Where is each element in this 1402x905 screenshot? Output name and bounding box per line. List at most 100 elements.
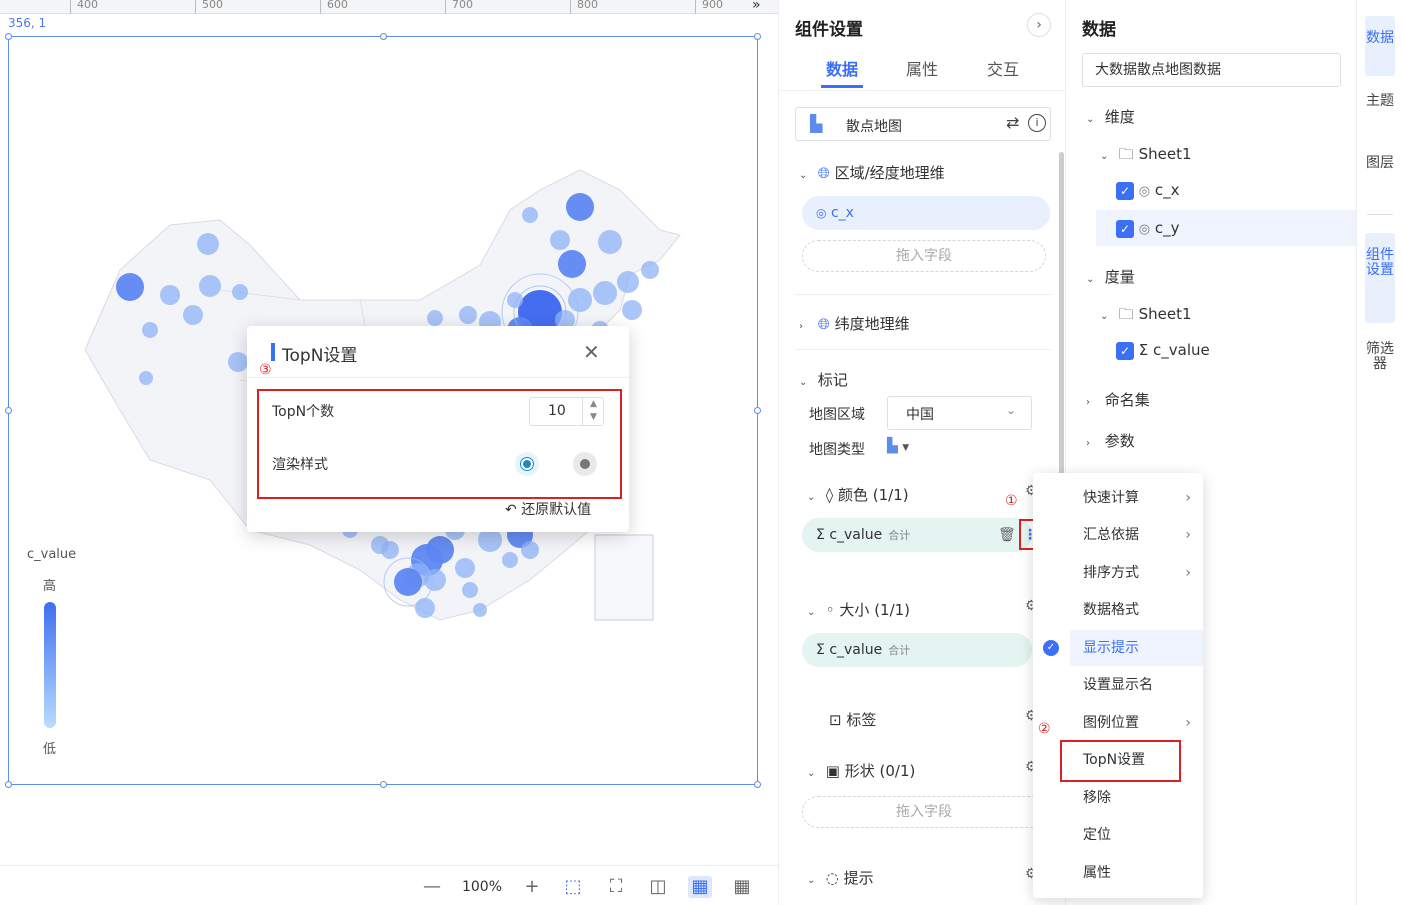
group-label: 命名集 (1104, 391, 1150, 409)
trash-icon[interactable]: 🗑︎ (998, 518, 1016, 552)
resize-handle[interactable] (754, 781, 761, 788)
reset-default-button[interactable]: ↶ 还原默认值 (505, 499, 591, 519)
rail-tab-theme[interactable]: 主题 (1365, 94, 1395, 109)
chevron-down-icon: ⌄ (807, 875, 816, 886)
label-section-header[interactable]: ⊡ 标签 (829, 709, 876, 730)
sheet-icon: 🗀︎ (1118, 145, 1134, 163)
menu-item-display-name[interactable]: 设置显示名 (1033, 667, 1203, 703)
table-layout-icon[interactable]: ▦ (688, 876, 712, 898)
checkbox-checked[interactable]: ✓ (1116, 341, 1134, 360)
chart-type-selector[interactable]: ▙ 散点地图 ⇄ i (795, 107, 1051, 141)
ruler-expand-icon[interactable]: » (752, 0, 761, 13)
checkbox-checked[interactable]: ✓ (1116, 181, 1134, 200)
field-cx[interactable]: ✓ ◎ c_x (1116, 181, 1180, 200)
zoom-level[interactable]: 100% (456, 876, 508, 898)
menu-item-properties[interactable]: 属性 (1033, 855, 1203, 891)
shape-section-header[interactable]: ⌄ ▣ 形状 (0/1) (807, 760, 915, 781)
chevron-right-icon[interactable]: › (1027, 13, 1051, 37)
rail-tab-filters[interactable]: 筛选器 (1365, 342, 1395, 372)
map-bubble (394, 568, 422, 596)
menu-item-locate[interactable]: 定位 (1033, 817, 1203, 853)
dialog-title: TopN设置 (282, 346, 358, 366)
globe-icon: ◎ (1138, 222, 1151, 237)
render-style-radio-halo[interactable] (515, 452, 539, 476)
measure-sheet[interactable]: ⌄ 🗀︎ Sheet1 (1100, 304, 1192, 329)
menu-item-quick-calc[interactable]: 快速计算 › (1033, 480, 1203, 516)
region-field-pill[interactable]: ◎ c_x (802, 196, 1050, 230)
field-cvalue[interactable]: ✓ Σ c_value (1116, 341, 1210, 360)
latitude-section-header[interactable]: › 🌐︎ 纬度地理维 (799, 313, 910, 334)
highlight-box (1060, 740, 1181, 782)
zoom-out-button[interactable]: — (420, 876, 444, 898)
sheet-icon: 🗀︎ (1118, 305, 1134, 323)
stepper-arrows-icon[interactable]: ▲ ▼ (582, 398, 604, 425)
mark-section-header[interactable]: ⌄ 标记 (799, 369, 848, 390)
color-drop-icon: ◊ (825, 486, 834, 504)
resize-handle[interactable] (380, 33, 387, 40)
topn-count-stepper[interactable]: 10 ▲ ▼ (529, 397, 604, 426)
map-region-label: 地图区域 (809, 407, 865, 423)
menu-item-aggregate[interactable]: 汇总依据 › (1033, 517, 1203, 553)
close-icon[interactable]: ✕ (583, 340, 600, 364)
size-section-header[interactable]: ⌄ ◦ 大小 (1/1) (807, 599, 910, 620)
resize-handle[interactable] (5, 407, 12, 414)
map-type-dropdown[interactable]: ▙ ▼ (887, 438, 909, 454)
tab-properties[interactable]: 属性 (906, 56, 938, 80)
fit-selection-icon[interactable]: ⬚ (561, 876, 585, 898)
resize-handle[interactable] (380, 781, 387, 788)
render-style-radio-plain[interactable] (573, 452, 597, 476)
resize-handle[interactable] (754, 33, 761, 40)
field-label: c_value (1153, 341, 1210, 359)
grid-icon[interactable]: ▦ (730, 876, 754, 898)
info-icon[interactable]: i (1028, 114, 1046, 132)
rail-tab-layers[interactable]: 图层 (1365, 156, 1395, 171)
drop-zone[interactable]: 拖入字段 (802, 796, 1046, 828)
chart-type-label: 散点地图 (846, 119, 902, 135)
resize-handle[interactable] (5, 781, 12, 788)
dataset-selector[interactable]: 大数据散点地图数据 (1082, 53, 1341, 87)
chevron-right-icon: › (1086, 438, 1090, 449)
checkbox-checked[interactable]: ✓ (1116, 219, 1134, 238)
size-field-pill[interactable]: Σ c_value 合计 (802, 633, 1032, 667)
map-bubble (641, 261, 659, 279)
field-cy[interactable]: ✓ ◎ c_y (1116, 219, 1180, 238)
topn-count-value[interactable]: 10 (548, 403, 566, 419)
rail-tab-data[interactable]: 数据 (1365, 16, 1395, 76)
drop-zone[interactable]: 拖入字段 (802, 240, 1046, 272)
resize-handle[interactable] (754, 407, 761, 414)
resize-handle[interactable] (5, 33, 12, 40)
globe-icon: ◎ (1138, 184, 1151, 199)
params-group[interactable]: › 参数 (1086, 430, 1135, 451)
annotation-marker: ① (1005, 493, 1018, 509)
dimension-group[interactable]: ⌄ 维度 (1086, 106, 1135, 127)
tag-icon: ⊡ (829, 711, 842, 729)
section-label: 提示 (843, 869, 874, 887)
chevron-right-icon: › (1185, 490, 1191, 506)
named-sets-group[interactable]: › 命名集 (1086, 389, 1150, 410)
chevron-down-icon: ⌄ (807, 607, 816, 618)
menu-item-show-tooltip[interactable]: 显示提示 (1070, 630, 1203, 666)
layout-icon[interactable]: ◫ (646, 876, 670, 898)
dimension-sheet[interactable]: ⌄ 🗀︎ Sheet1 (1100, 144, 1192, 169)
section-label: 标签 (846, 711, 877, 729)
measure-group[interactable]: ⌄ 度量 (1086, 266, 1135, 287)
region-section-header[interactable]: ⌄ 🌐︎ 区域/经度地理维 (799, 162, 945, 183)
chevron-down-icon: ⌄ (1100, 151, 1109, 162)
zoom-in-button[interactable]: + (520, 876, 544, 898)
swap-icon[interactable]: ⇄ (1006, 113, 1019, 132)
menu-item-sort[interactable]: 排序方式 › (1033, 555, 1203, 591)
aggregation-label: 合计 (888, 529, 911, 542)
divider (779, 90, 1067, 91)
focus-icon[interactable]: ⛶ (604, 876, 628, 898)
tooltip-section-header[interactable]: ⌄ ◌ 提示 (807, 867, 874, 888)
scrollbar[interactable] (1059, 152, 1064, 482)
rail-tab-component-settings[interactable]: 组件设置 (1365, 233, 1395, 323)
tab-interaction[interactable]: 交互 (987, 56, 1019, 80)
menu-item-legend-position[interactable]: 图例位置 › (1033, 705, 1203, 741)
tab-data[interactable]: 数据 (826, 56, 858, 80)
menu-item-remove[interactable]: 移除 (1033, 780, 1203, 816)
color-field-pill[interactable]: Σ c_value 合计 🗑︎ ⋮ (802, 518, 1037, 552)
map-region-select[interactable]: 中国 ⌄ (887, 396, 1032, 430)
menu-item-data-format[interactable]: 数据格式 (1033, 592, 1203, 628)
color-section-header[interactable]: ⌄ ◊ 颜色 (1/1) (807, 484, 909, 505)
